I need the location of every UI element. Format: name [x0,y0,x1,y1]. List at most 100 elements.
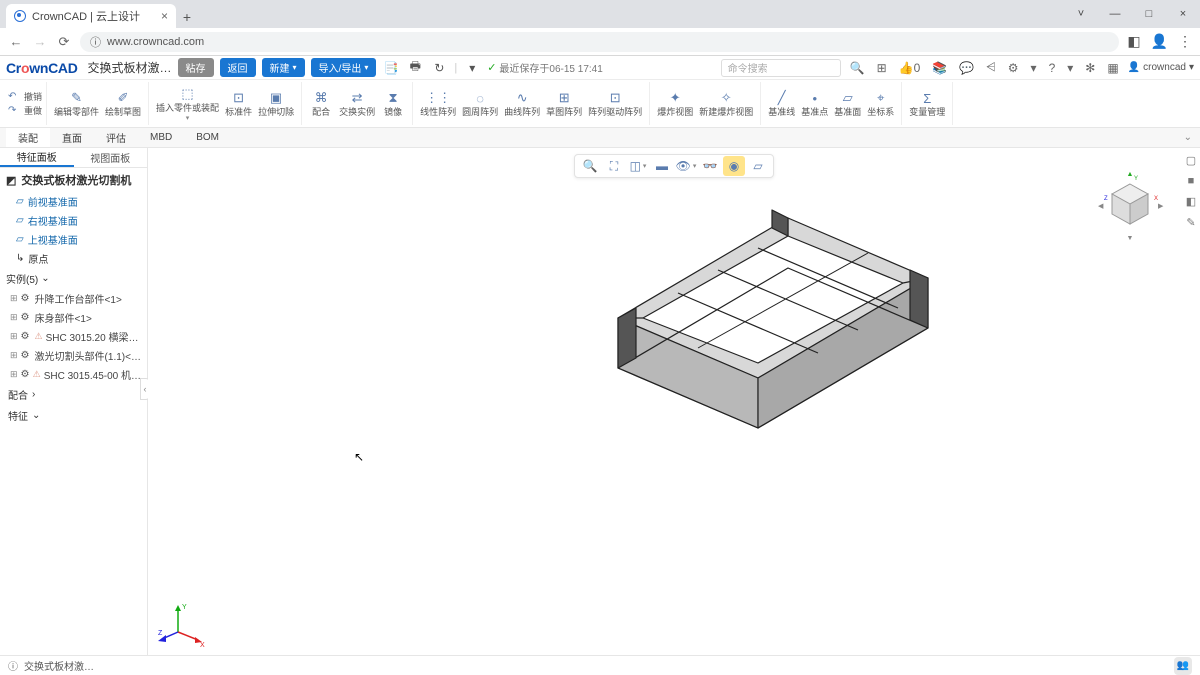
ref-plane-button[interactable]: ▱基准面 [831,89,864,118]
gear-icon[interactable]: ⚙ [1005,61,1022,75]
user-menu[interactable]: 👤 crowncad ▾ [1128,62,1194,73]
grid-icon[interactable]: ⊞ [874,61,890,75]
pill-import-export[interactable]: 导入/导出 [311,58,377,77]
coord-sys-button[interactable]: ⌖坐标系 [864,89,897,118]
glasses-icon[interactable]: 👓 [699,156,721,176]
chat-button[interactable]: 👥 [1174,657,1192,675]
panel-tab-view[interactable]: 视图面板 [74,148,148,167]
minimize-button[interactable]: ˅ [1064,0,1098,28]
panel-tab-feature[interactable]: 特征面板 [0,148,74,167]
close-window-button[interactable]: × [1166,0,1200,28]
fit-icon[interactable]: ⛶ [603,156,625,176]
tab-assembly[interactable]: 装配 [6,128,50,147]
tree-instance[interactable]: ⊞⚙床身部件<1> [0,308,147,327]
expand-icon[interactable]: ⊞ [10,369,18,380]
refresh-icon[interactable]: ↻ [430,61,448,75]
navigation-cube[interactable]: ▲ ▼ ◀ ▶ Y X Z [1090,166,1170,246]
dock-icon[interactable]: ◧ [1186,195,1196,208]
ref-line-button[interactable]: ╱基准线 [765,89,798,118]
app-logo[interactable]: CrownCAD [6,60,78,76]
browser-tab[interactable]: CrownCAD | 云上设计 × [6,4,176,28]
exploded-view-button[interactable]: ✦爆炸视图 [654,89,696,118]
tree-plane[interactable]: ▱上视基准面 [0,230,147,249]
dock-icon[interactable]: ▢ [1186,154,1196,167]
curve-pattern-button[interactable]: ∿曲线阵列 [501,89,543,118]
dropdown-icon[interactable]: ▾ [1028,61,1040,75]
dropdown-icon[interactable]: ▾ [463,61,481,75]
extrude-cut-button[interactable]: ▣拉伸切除 [255,89,297,118]
forward-icon[interactable]: → [32,34,48,49]
expand-icon[interactable]: ⊞ [10,312,18,323]
undo-button[interactable]: ↶撤销 [8,90,42,103]
redo-button[interactable]: ↷重做 [8,104,42,117]
ref-point-button[interactable]: •基准点 [798,89,831,118]
mirror-button[interactable]: ⧗镜像 [378,89,408,118]
tree-root[interactable]: ◩交换式板材激光切割机 [0,168,147,192]
back-icon[interactable]: ← [8,34,24,49]
tree-instance[interactable]: ⊞⚙激光切割头部件(1.1)<… [0,346,147,365]
settings-icon[interactable]: ✻ [1082,61,1098,75]
standard-part-button[interactable]: ⊡标准件 [222,89,255,118]
variable-mgmt-button[interactable]: Σ变量管理 [906,89,948,118]
pill-save[interactable]: 粘存 [178,58,214,77]
tree-plane[interactable]: ▱前视基准面 [0,192,147,211]
tree-mates[interactable]: 配合› [0,384,147,405]
dock-icon[interactable]: ✎ [1186,216,1195,229]
pill-back[interactable]: 返回 [220,58,256,77]
expand-icon[interactable]: ⊞ [10,331,18,342]
draw-sketch-button[interactable]: ✐绘制草图 [102,89,144,118]
3d-viewport[interactable]: 🔍 ⛶ ◫ ▬ 👁 👓 ◉ ▱ [148,148,1200,655]
insert-part-button[interactable]: ⬚插入零件或装配▾ [153,85,222,123]
command-search-input[interactable]: 命令搜索 [721,59,841,77]
tree-origin[interactable]: ↳原点 [0,249,147,268]
tab-mbd[interactable]: MBD [138,128,184,147]
maximize-button[interactable]: □ [1132,0,1166,28]
tree-features[interactable]: 特征⌄ [0,405,147,426]
render-icon[interactable]: ◉ [723,156,745,176]
search-icon[interactable]: 🔍 [847,61,868,75]
display-mode-icon[interactable]: ◫ [627,156,649,176]
pattern-driven-button[interactable]: ⊡阵列驱动阵列 [585,89,645,118]
zoom-icon[interactable]: 🔍 [579,156,601,176]
section-icon[interactable]: ▬ [651,156,673,176]
minimize-button[interactable]: — [1098,0,1132,28]
tree-instance[interactable]: ⊞⚙⚠SHC 3015.20 横梁… [0,327,147,346]
new-tab-button[interactable]: + [176,6,198,28]
linear-pattern-button[interactable]: ⋮⋮线性阵列 [417,89,459,118]
tab-surface[interactable]: 直面 [50,128,94,147]
profile-icon[interactable]: 👤 [1151,33,1168,50]
extension-icon[interactable]: ◧ [1127,33,1140,50]
sketch-pattern-button[interactable]: ⊞草图阵列 [543,89,585,118]
new-exploded-button[interactable]: ✧新建爆炸视图 [696,89,756,118]
visibility-icon[interactable]: 👁 [675,156,697,176]
tab-bom[interactable]: BOM [184,128,231,147]
tree-instance[interactable]: ⊞⚙⚠SHC 3015.45-00 机… [0,365,147,384]
print-icon[interactable]: 🖶 [406,57,424,78]
mate-button[interactable]: ⌘配合 [306,89,336,118]
expand-icon[interactable]: ⊞ [10,293,18,304]
help-icon[interactable]: ? [1046,61,1059,75]
edit-part-button[interactable]: ✎编辑零部件 [51,89,102,118]
menu-icon[interactable]: ⋮ [1178,33,1192,50]
circular-pattern-button[interactable]: ◌圆周阵列 [459,89,501,118]
chat-icon[interactable]: 💬 [956,61,977,75]
dropdown-icon[interactable]: ▾ [1064,61,1076,75]
expand-icon[interactable]: ⊞ [10,350,18,361]
like-icon[interactable]: 👍0 [896,61,924,75]
save-icon[interactable]: 📑 [382,61,400,75]
dock-icon[interactable]: ■ [1188,175,1195,187]
layers-icon[interactable]: 📚 [929,61,950,75]
reload-icon[interactable]: ⟳ [56,34,72,50]
tree-plane[interactable]: ▱右视基准面 [0,211,147,230]
close-tab-icon[interactable]: × [161,9,168,23]
share-icon[interactable]: ⩤ [983,60,999,75]
url-field[interactable]: ⓘ www.crowncad.com [80,32,1119,52]
collapse-ribbon-icon[interactable]: ⌄ [1184,132,1200,143]
replace-instance-button[interactable]: ⇄交换实例 [336,89,378,118]
tree-instance[interactable]: ⊞⚙升降工作台部件<1> [0,289,147,308]
pill-new[interactable]: 新建 [262,58,305,77]
tab-evaluate[interactable]: 评估 [94,128,138,147]
plane-toggle-icon[interactable]: ▱ [747,156,769,176]
tree-instances-header[interactable]: 实例(5)⌄ [0,268,147,289]
app-icon[interactable]: ▦ [1104,61,1121,75]
